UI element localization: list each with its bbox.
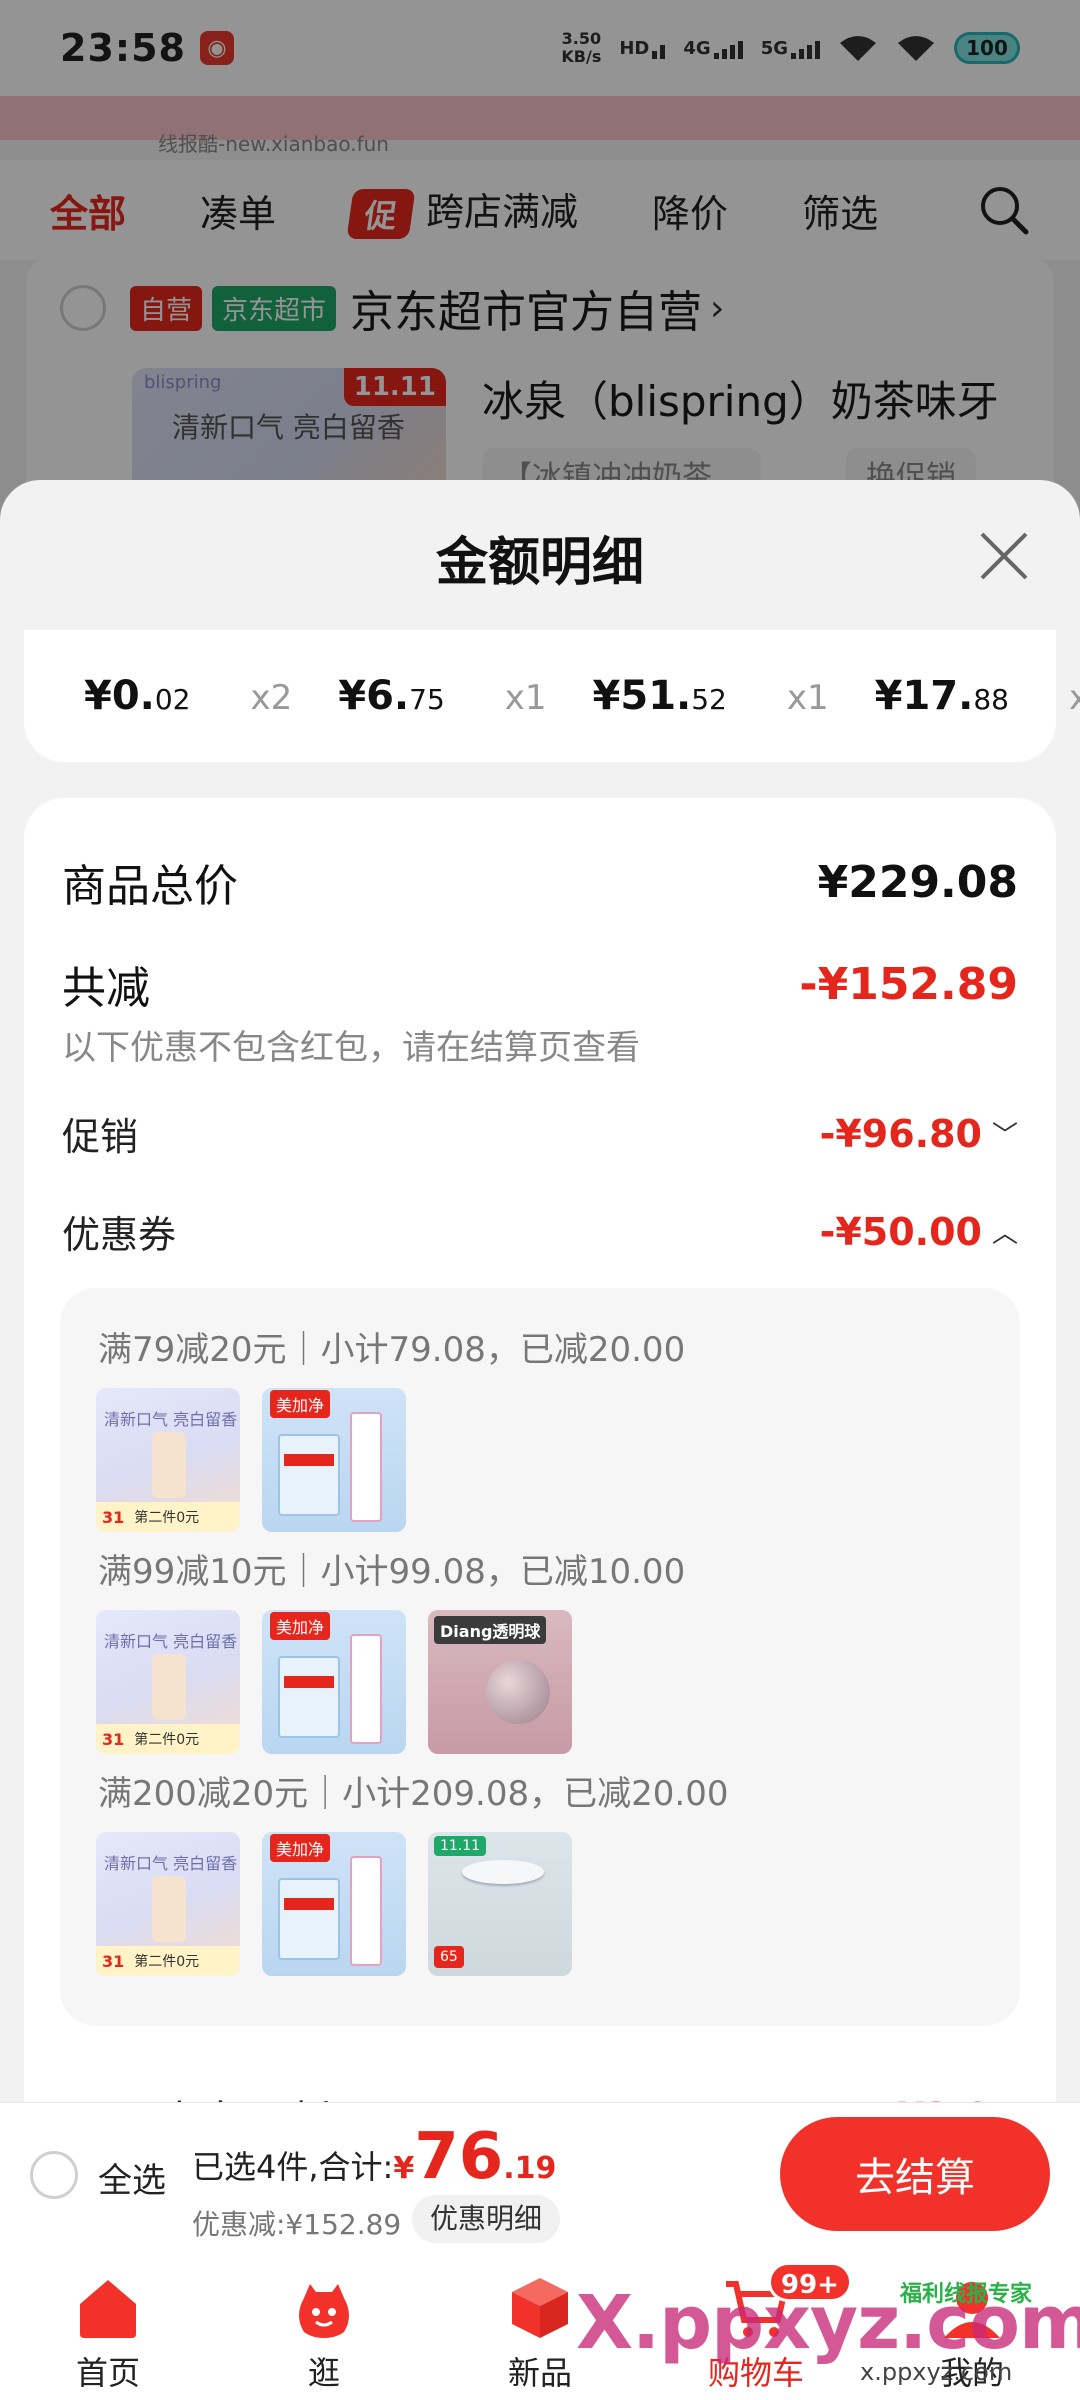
discount-detail-button[interactable]: 优惠明细 bbox=[412, 2195, 561, 2243]
cube-icon bbox=[512, 2278, 568, 2338]
toothpaste-thumb[interactable]: 清新口气 亮白留香 31 第二件0元 bbox=[96, 1388, 240, 1532]
amount-detail-sheet: 金额明细 ¥0.02 x2 ¥6.75 x1 ¥51.52 x1 ¥17.88 x1 商… bbox=[0, 480, 1080, 2110]
thumb-price-band: 31 第二件0元 bbox=[96, 1724, 240, 1754]
total-value: ¥229.08 bbox=[817, 856, 1018, 908]
promo-label: 促销 bbox=[62, 1115, 139, 1159]
price-item: ¥0.02 x2 bbox=[84, 673, 338, 719]
explore-icon bbox=[299, 2284, 349, 2338]
price-detail-card: 商品总价 ¥229.08 共减 -¥152.89 以下优惠不包含红包，请在结算页… bbox=[24, 798, 1056, 2110]
price-qty: x1 bbox=[504, 678, 547, 718]
reduce-row: 共减 -¥152.89 bbox=[62, 952, 1018, 1016]
tab-explore[interactable]: 逛 bbox=[216, 2252, 432, 2400]
price-qty: x1 bbox=[786, 678, 829, 718]
thumb-tag: 美加净 bbox=[270, 1612, 331, 1640]
clear-ball-thumb[interactable]: Diang透明球 bbox=[428, 1610, 572, 1754]
total-integer: 76 bbox=[414, 2120, 504, 2194]
total-currency: ¥ bbox=[393, 2151, 415, 2186]
maxam-thumb[interactable]: 美加净 bbox=[262, 1832, 406, 1976]
select-all-radio[interactable] bbox=[30, 2151, 78, 2199]
watermark-big: X.ppxyz.com bbox=[576, 2280, 1080, 2366]
coupon-thumbs: 清新口气 亮白留香 31 第二件0元 美加净 11.11 65 bbox=[96, 1832, 572, 1976]
thumb-tag: Diang透明球 bbox=[434, 1616, 547, 1644]
price-item: ¥6.75 x1 bbox=[338, 673, 592, 719]
selected-text: 已选4件,合计: bbox=[192, 2148, 394, 2186]
thumb-tag: 美加净 bbox=[270, 1390, 331, 1418]
thumb-price-band: 31 第二件0元 bbox=[96, 1946, 240, 1976]
thumb-text: 清新口气 亮白留香 bbox=[104, 1854, 238, 1873]
coupon-label: 优惠券 bbox=[62, 1213, 177, 1257]
price-item: ¥51.52 x1 bbox=[593, 673, 875, 719]
total-label: 商品总价 bbox=[62, 861, 238, 912]
thumb-text: 清新口气 亮白留香 bbox=[104, 1410, 238, 1429]
price-value: ¥6.75 bbox=[338, 673, 445, 719]
discount-text: 优惠减:¥152.89 bbox=[192, 2208, 402, 2241]
price-qty: x2 bbox=[250, 678, 293, 718]
coupon-value: -¥50.00 bbox=[819, 1209, 982, 1254]
thumb-tag: 美加净 bbox=[270, 1834, 331, 1862]
coupon-thumbs: 清新口气 亮白留香 31 第二件0元 美加净 Diang透明球 bbox=[96, 1610, 572, 1754]
total-decimal: .19 bbox=[503, 2151, 557, 2186]
coupon-rule: 满79减20元｜小计79.08，已减20.00 bbox=[98, 1330, 686, 1370]
toothpaste-thumb[interactable]: 清新口气 亮白留香 31 第二件0元 bbox=[96, 1832, 240, 1976]
promo-value: -¥96.80 bbox=[819, 1111, 982, 1156]
checkout-bar: 全选 已选4件,合计: ¥ 76 .19 优惠减:¥152.89 优惠明细 去结… bbox=[0, 2102, 1080, 2252]
tab-home[interactable]: 首页 bbox=[0, 2252, 216, 2400]
price-value: ¥0.02 bbox=[84, 673, 191, 719]
thumb-tag: 11.11 bbox=[434, 1836, 487, 1856]
maxam-thumb[interactable]: 美加净 bbox=[262, 1388, 406, 1532]
maxam-thumb[interactable]: 美加净 bbox=[262, 1610, 406, 1754]
tab-label: 逛 bbox=[307, 2354, 340, 2392]
promo-row[interactable]: 促销 -¥96.80 ﹀ bbox=[62, 1106, 1018, 1161]
price-item: ¥17.88 x1 bbox=[875, 673, 1080, 719]
coupon-detail-box: 满79减20元｜小计79.08，已减20.00 清新口气 亮白留香 31 第二件0元… bbox=[60, 1288, 1020, 2026]
coupon-thumbs: 清新口气 亮白留香 31 第二件0元 美加净 bbox=[96, 1388, 406, 1532]
checkout-button[interactable]: 去结算 bbox=[780, 2117, 1050, 2231]
total-row: 商品总价 ¥229.08 bbox=[62, 850, 1018, 914]
select-all-label[interactable]: 全选 bbox=[98, 2153, 166, 2202]
home-icon bbox=[80, 2280, 136, 2338]
reduce-note: 以下优惠不包含红包，请在结算页查看 bbox=[62, 1028, 640, 1068]
ceiling-lamp-thumb[interactable]: 11.11 65 bbox=[428, 1832, 572, 1976]
chevron-up-icon: ︿ bbox=[991, 1219, 1018, 1249]
coupon-value-wrap: -¥50.00 ︿ bbox=[820, 1210, 1018, 1254]
close-icon[interactable] bbox=[974, 526, 1034, 586]
reduce-value: -¥152.89 bbox=[799, 958, 1018, 1010]
price-value: ¥17.88 bbox=[874, 673, 1009, 719]
tab-label: 首页 bbox=[75, 2354, 140, 2392]
thumb-price-band: 31 第二件0元 bbox=[96, 1502, 240, 1532]
sheet-title: 金额明细 bbox=[435, 533, 644, 593]
toothpaste-thumb[interactable]: 清新口气 亮白留香 31 第二件0元 bbox=[96, 1610, 240, 1754]
coupon-rule: 满200减20元｜小计209.08，已减20.00 bbox=[98, 1774, 729, 1814]
selected-total: 已选4件,合计: ¥ 76 .19 bbox=[192, 2125, 556, 2189]
coupon-row[interactable]: 优惠券 -¥50.00 ︿ bbox=[62, 1204, 1018, 1259]
thumb-price: 65 bbox=[434, 1946, 464, 1968]
watermark-small: x.ppxyz.com bbox=[860, 2358, 1013, 2386]
promo-value-wrap: -¥96.80 ﹀ bbox=[820, 1112, 1018, 1156]
chevron-down-icon: ﹀ bbox=[991, 1121, 1018, 1151]
price-value: ¥51.52 bbox=[592, 673, 727, 719]
coupon-rule: 满99减10元｜小计99.08，已减10.00 bbox=[98, 1552, 686, 1592]
reduce-label: 共减 bbox=[62, 963, 150, 1014]
thumb-text: 清新口气 亮白留香 bbox=[104, 1632, 238, 1651]
price-qty: x1 bbox=[1068, 678, 1080, 718]
item-price-strip: ¥0.02 x2 ¥6.75 x1 ¥51.52 x1 ¥17.88 x1 bbox=[24, 630, 1080, 762]
